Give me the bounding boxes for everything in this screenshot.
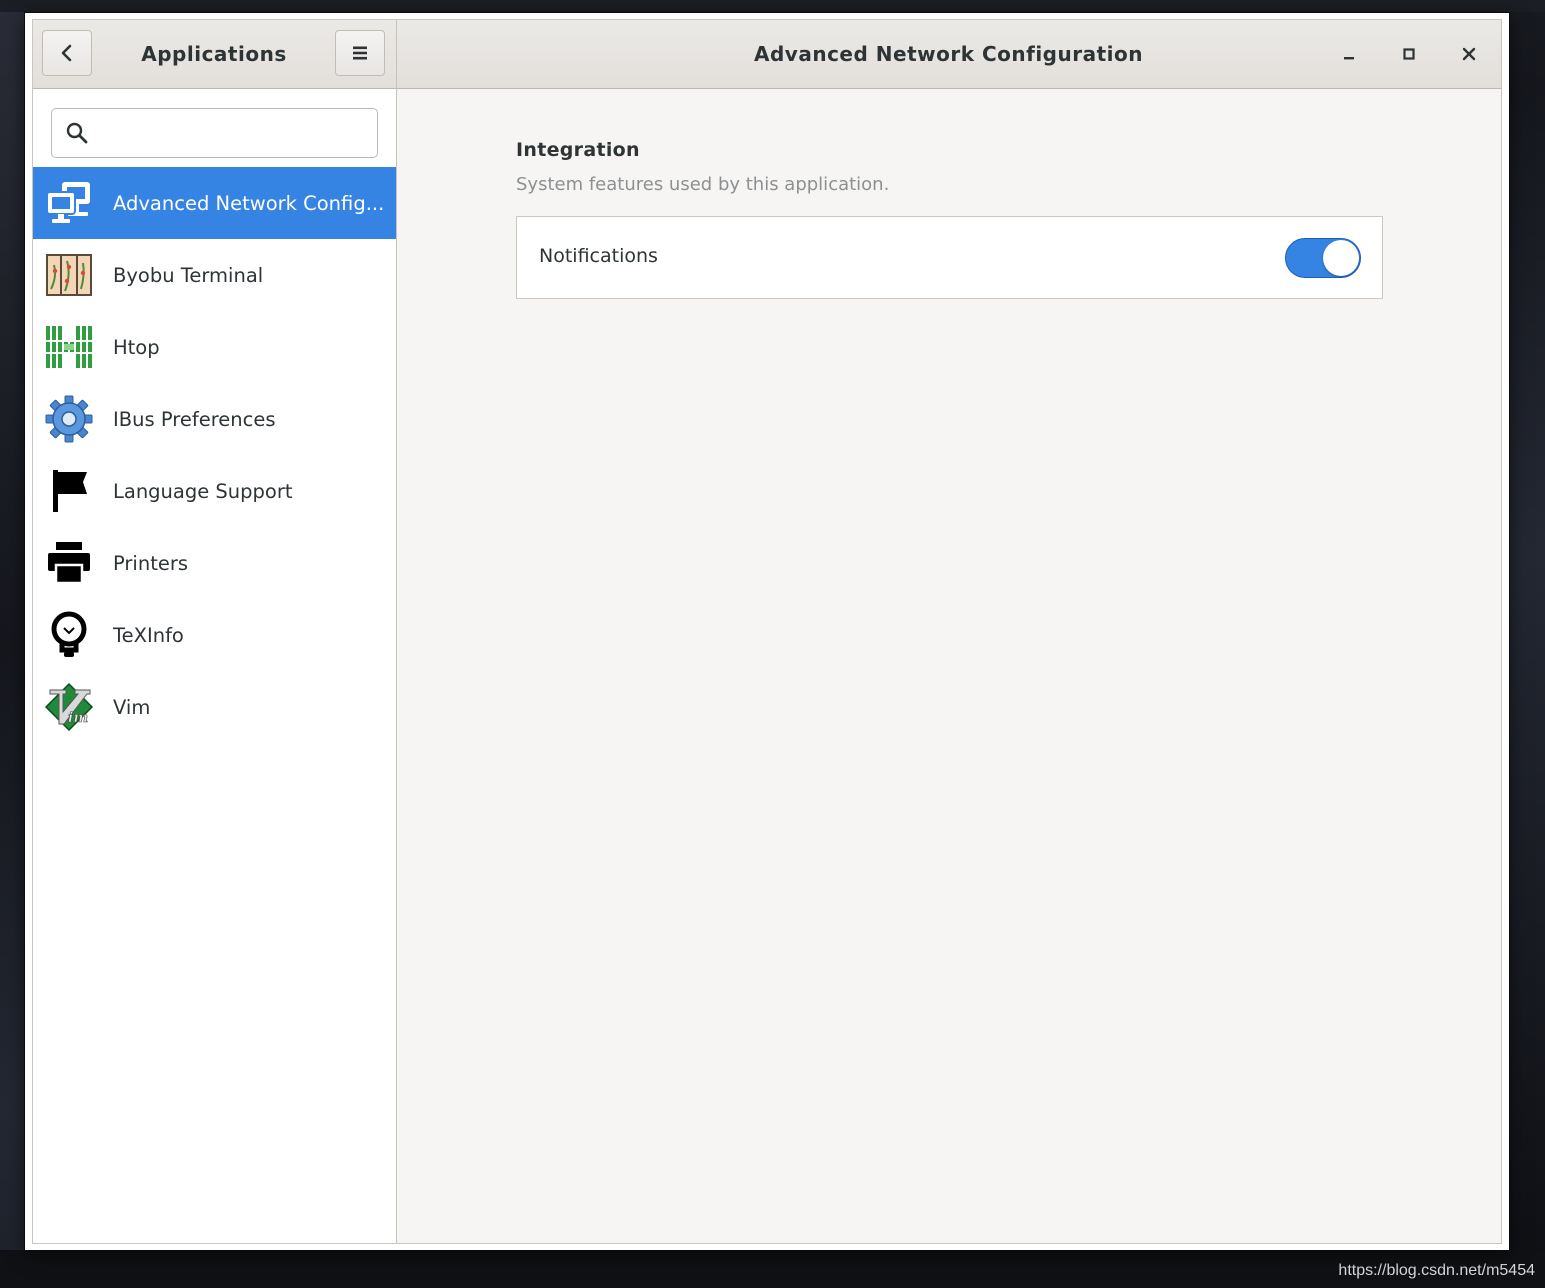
app-item-language-support[interactable]: Language Support <box>33 455 396 527</box>
back-button[interactable] <box>42 30 92 76</box>
app-item-label: Advanced Network Config... <box>113 191 385 215</box>
network-computers-icon <box>43 177 95 229</box>
settings-window: Applications Advanced Network Configurat… <box>25 13 1509 1250</box>
desktop-top-strip <box>0 0 1545 12</box>
integration-subtitle: System features used by this application… <box>516 174 890 195</box>
search-icon <box>66 122 88 144</box>
toggle-knob[interactable] <box>1323 240 1359 276</box>
watermark: https://blog.csdn.net/m5454 <box>1338 1262 1535 1279</box>
printer-icon <box>43 537 95 589</box>
close-button[interactable] <box>1451 36 1487 72</box>
byobu-terminal-icon <box>43 249 95 301</box>
app-item-byobu-terminal[interactable]: Byobu Terminal <box>33 239 396 311</box>
headerbar: Applications Advanced Network Configurat… <box>33 20 1501 89</box>
sidebar-title: Applications <box>141 42 287 66</box>
app-item-htop[interactable]: Htop <box>33 311 396 383</box>
notifications-toggle[interactable] <box>1285 238 1361 278</box>
flag-icon <box>43 465 95 517</box>
maximize-icon <box>1403 48 1415 60</box>
menu-button[interactable] <box>335 30 385 76</box>
lightbulb-icon <box>43 609 95 661</box>
notifications-label: Notifications <box>539 245 658 267</box>
minimize-button[interactable] <box>1331 36 1367 72</box>
integration-title: Integration <box>516 139 640 161</box>
maximize-button[interactable] <box>1391 36 1427 72</box>
app-item-label: Printers <box>113 551 189 575</box>
integration-list: Notifications <box>516 216 1383 299</box>
close-icon <box>1462 47 1476 61</box>
search-input[interactable] <box>102 117 366 151</box>
app-item-advanced-network-config[interactable]: Advanced Network Config... <box>33 167 396 239</box>
app-item-label: Vim <box>113 695 151 719</box>
app-item-label: Byobu Terminal <box>113 263 264 287</box>
search-field[interactable] <box>51 108 378 158</box>
app-item-printers[interactable]: Printers <box>33 527 396 599</box>
app-item-label: TeXInfo <box>113 623 184 647</box>
htop-icon <box>43 321 95 373</box>
app-item-ibus-preferences[interactable]: IBus Preferences <box>33 383 396 455</box>
app-item-label: Language Support <box>113 479 293 503</box>
sidebar: Advanced Network Config... Byobu Termina… <box>33 89 397 1243</box>
app-details: Integration System features used by this… <box>397 89 1501 1243</box>
window-frame: Applications Advanced Network Configurat… <box>32 19 1502 1244</box>
vim-icon: im <box>43 681 95 733</box>
gear-icon <box>43 393 95 445</box>
desktop-bottom-strip <box>0 1250 1545 1288</box>
app-item-texinfo[interactable]: TeXInfo <box>33 599 396 671</box>
app-list: Advanced Network Config... Byobu Termina… <box>33 167 396 743</box>
minimize-icon <box>1344 57 1354 60</box>
chevron-left-icon <box>61 44 72 62</box>
svg-text:im: im <box>68 710 88 726</box>
hamburger-menu-icon <box>353 46 367 60</box>
sidebar-header: Applications <box>33 20 397 88</box>
app-item-label: Htop <box>113 335 160 359</box>
app-item-vim[interactable]: im Vim <box>33 671 396 743</box>
app-item-label: IBus Preferences <box>113 407 276 431</box>
